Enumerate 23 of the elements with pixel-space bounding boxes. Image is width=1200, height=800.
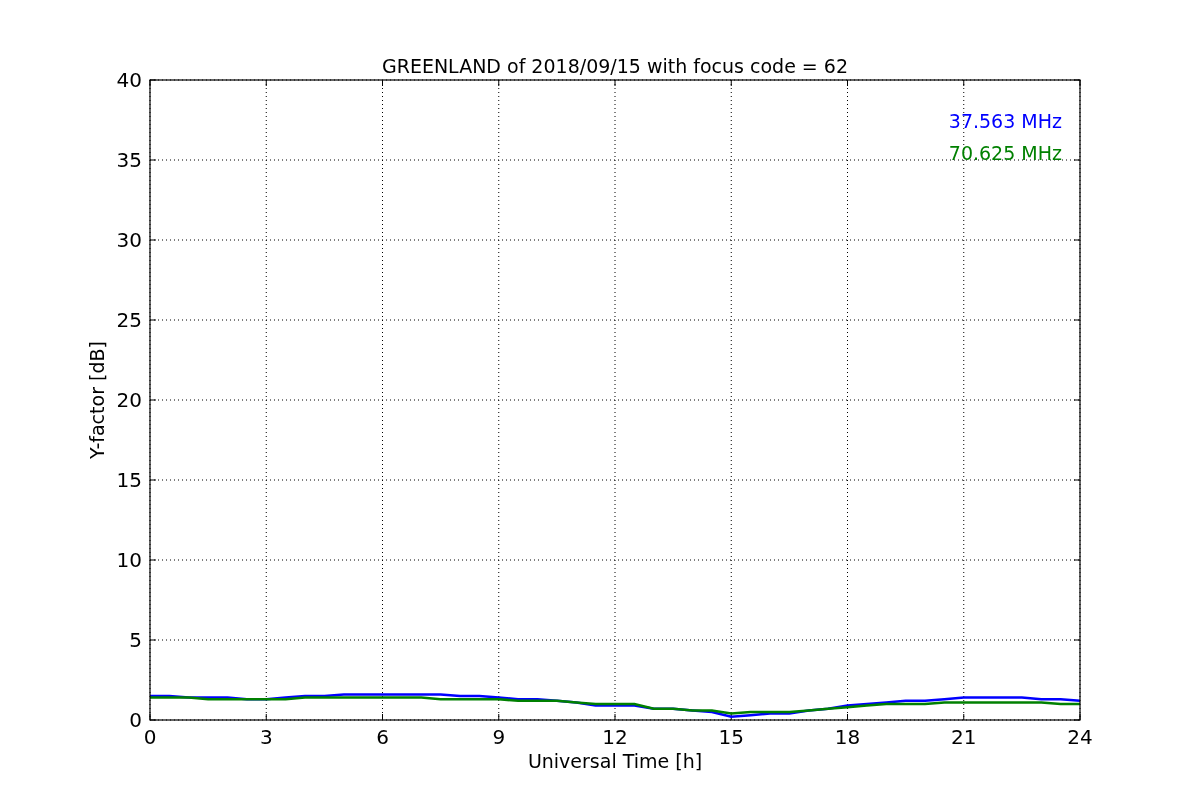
y-tick-label: 40 (116, 68, 142, 92)
y-axis-label: Y-factor [dB] (86, 341, 108, 459)
x-axis-label: Universal Time [h] (527, 750, 703, 772)
x-tick-label: 12 (602, 725, 628, 749)
y-tick-label: 20 (116, 388, 142, 412)
legend-label: 37.563 MHz (948, 110, 1062, 132)
x-tick-label: 24 (1067, 725, 1093, 749)
y-tick-label: 15 (116, 468, 142, 492)
y-tick-label: 30 (116, 228, 142, 252)
y-tick-label: 35 (116, 148, 142, 172)
y-tick-label: 5 (129, 628, 142, 652)
x-tick-label: 3 (259, 725, 273, 749)
y-tick-label: 25 (116, 308, 142, 332)
x-tick-label: 0 (143, 725, 157, 749)
x-tick-label: 21 (951, 725, 977, 749)
x-tick-label: 9 (492, 725, 506, 749)
chart-title: GREENLAND of 2018/09/15 with focus code = 62 (382, 55, 848, 77)
x-tick-label: 18 (834, 725, 861, 749)
x-tick-label: 6 (376, 725, 389, 749)
legend-label: 70.625 MHz (948, 142, 1062, 164)
x-tick-label: 15 (718, 725, 744, 749)
y-tick-label: 10 (116, 548, 142, 572)
y-tick-label: 0 (129, 708, 142, 732)
